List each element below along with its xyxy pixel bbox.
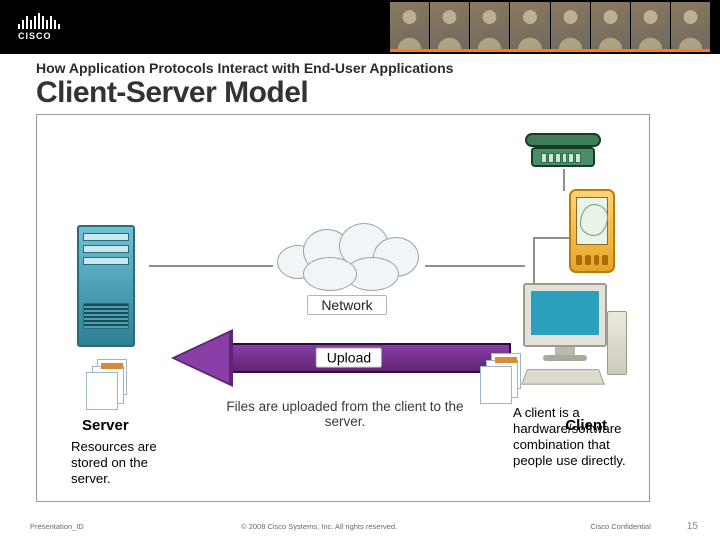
document-number: 659 <box>496 368 509 377</box>
server-heading: Server <box>82 417 129 434</box>
diagram-caption: Files are uploaded from the client to th… <box>205 399 485 429</box>
upload-arrow-label: Upload <box>316 348 382 368</box>
connector-line <box>563 169 565 191</box>
server-icon <box>69 225 155 353</box>
client-description: A client is a hardware/software combinat… <box>513 405 635 469</box>
slide-footer: Presentation_ID © 2008 Cisco Systems, In… <box>0 521 720 532</box>
cisco-logo: CISCO <box>18 13 60 41</box>
documents-server-icon <box>77 359 137 407</box>
cisco-wordmark: CISCO <box>18 31 52 41</box>
client-computer-icon <box>517 283 627 401</box>
network-cloud-label: Network <box>307 295 387 315</box>
pda-device-icon <box>569 189 615 273</box>
diagram-frame: Network Upload 659 Files are uploaded fr… <box>36 114 650 502</box>
slide-title: Client-Server Model <box>36 77 692 109</box>
connector-line <box>425 265 525 267</box>
title-bar: CISCO <box>0 0 720 54</box>
telephone-icon <box>525 127 603 169</box>
page-number: 15 <box>687 521 698 532</box>
decorative-people-strip <box>390 2 710 52</box>
connector-line <box>535 237 569 239</box>
footer-confidential: Cisco Confidential <box>590 522 650 531</box>
presentation-id: Presentation_ID <box>30 522 84 531</box>
slide-subheading: How Application Protocols Interact with … <box>36 60 692 76</box>
upload-arrow: Upload <box>171 329 511 387</box>
network-cloud-icon <box>269 223 429 293</box>
connector-line <box>149 265 273 267</box>
server-description: Resources are stored on the server. <box>71 439 189 487</box>
cisco-bars-icon <box>18 13 60 29</box>
slide-header: How Application Protocols Interact with … <box>0 54 720 109</box>
footer-copyright: © 2008 Cisco Systems, Inc. All rights re… <box>84 522 555 531</box>
